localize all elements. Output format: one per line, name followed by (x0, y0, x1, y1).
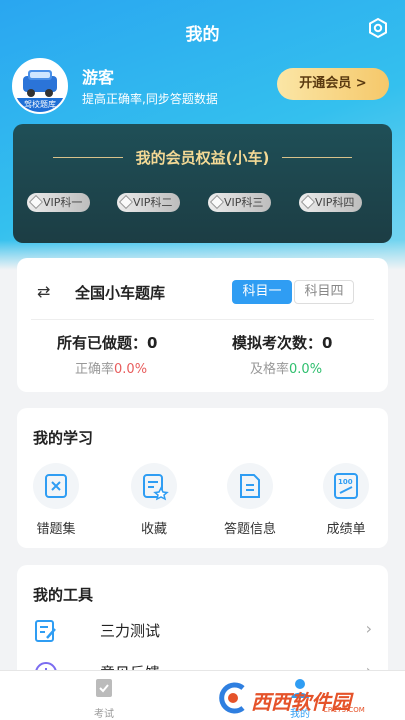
watermark: 西西软件园 CR173.COM (213, 682, 397, 714)
settings-icon[interactable] (367, 17, 389, 39)
svg-text:100: 100 (338, 478, 353, 486)
report-card-icon: 100 (323, 463, 369, 509)
bank-title[interactable]: 全国小车题库 (75, 282, 165, 303)
section-title: 我的工具 (33, 586, 94, 604)
tab-subject-one[interactable]: 科目一 (232, 280, 292, 304)
watermark-subtext: CR173.COM (323, 706, 365, 714)
favorites-button[interactable]: 收藏 (119, 463, 189, 537)
wrong-questions-icon (33, 463, 79, 509)
answer-info-button[interactable]: 答题信息 (215, 463, 285, 537)
tab-label: 考试 (94, 709, 114, 720)
open-vip-button[interactable]: 开通会员 > (277, 68, 389, 100)
favorite-icon (131, 463, 177, 509)
page-title: 我的 (185, 25, 220, 45)
diamond-icon (300, 194, 316, 210)
section-title: 我的学习 (33, 429, 94, 447)
done-count: 所有已做题：0 (57, 334, 158, 352)
question-bank-card: ⇄ 全国小车题库 科目一 科目四 所有已做题：0 正确率0.0% 模拟考次数：0… (17, 258, 388, 392)
username[interactable]: 游客 (82, 64, 114, 88)
diamond-icon (209, 194, 225, 210)
pass-rate-stat: 及格率0.0% (250, 362, 323, 377)
study-label: 答题信息 (223, 522, 276, 537)
diamond-icon (28, 194, 44, 210)
vip-chip: VIP科二 (117, 193, 181, 212)
report-card-button[interactable]: 100 成绩单 (311, 463, 381, 537)
wrong-questions-button[interactable]: 错题集 (21, 463, 91, 537)
avatar-banner: 驾校题库 (14, 98, 66, 112)
study-label: 成绩单 (326, 522, 366, 537)
study-label: 收藏 (140, 522, 167, 537)
swap-icon[interactable]: ⇄ (37, 282, 50, 301)
tool-label: 三力测试 (100, 622, 161, 640)
my-study-card: 我的学习 错题集 收藏 答题信息 100 成绩单 (17, 408, 388, 548)
avatar[interactable]: 驾校题库 (12, 58, 68, 114)
answer-info-icon (227, 463, 273, 509)
tab-exam[interactable]: 考试 (74, 677, 134, 720)
tab-subject-four[interactable]: 科目四 (294, 280, 354, 304)
diamond-icon (118, 194, 134, 210)
profile-subtitle: 提高正确率,同步答题数据 (82, 92, 218, 106)
vip-benefits-title: 我的会员权益(小车) (135, 149, 270, 167)
vip-chip: VIP科四 (299, 193, 363, 212)
vip-chip: VIP科一 (27, 193, 91, 212)
tool-row-three-ability[interactable]: 三力测试 › (33, 615, 372, 645)
vip-chip: VIP科三 (208, 193, 272, 212)
exam-count: 模拟考次数：0 (232, 334, 333, 352)
chevron-right-icon: › (365, 619, 372, 638)
edit-icon (33, 618, 59, 644)
watermark-logo-icon (219, 682, 245, 714)
study-label: 错题集 (36, 522, 76, 537)
accuracy-stat: 正确率0.0% (75, 362, 148, 377)
vip-benefits-card[interactable]: 我的会员权益(小车) VIP科一 VIP科二 VIP科三 VIP科四 (13, 124, 392, 243)
exam-icon (96, 679, 112, 697)
divider (31, 319, 374, 320)
